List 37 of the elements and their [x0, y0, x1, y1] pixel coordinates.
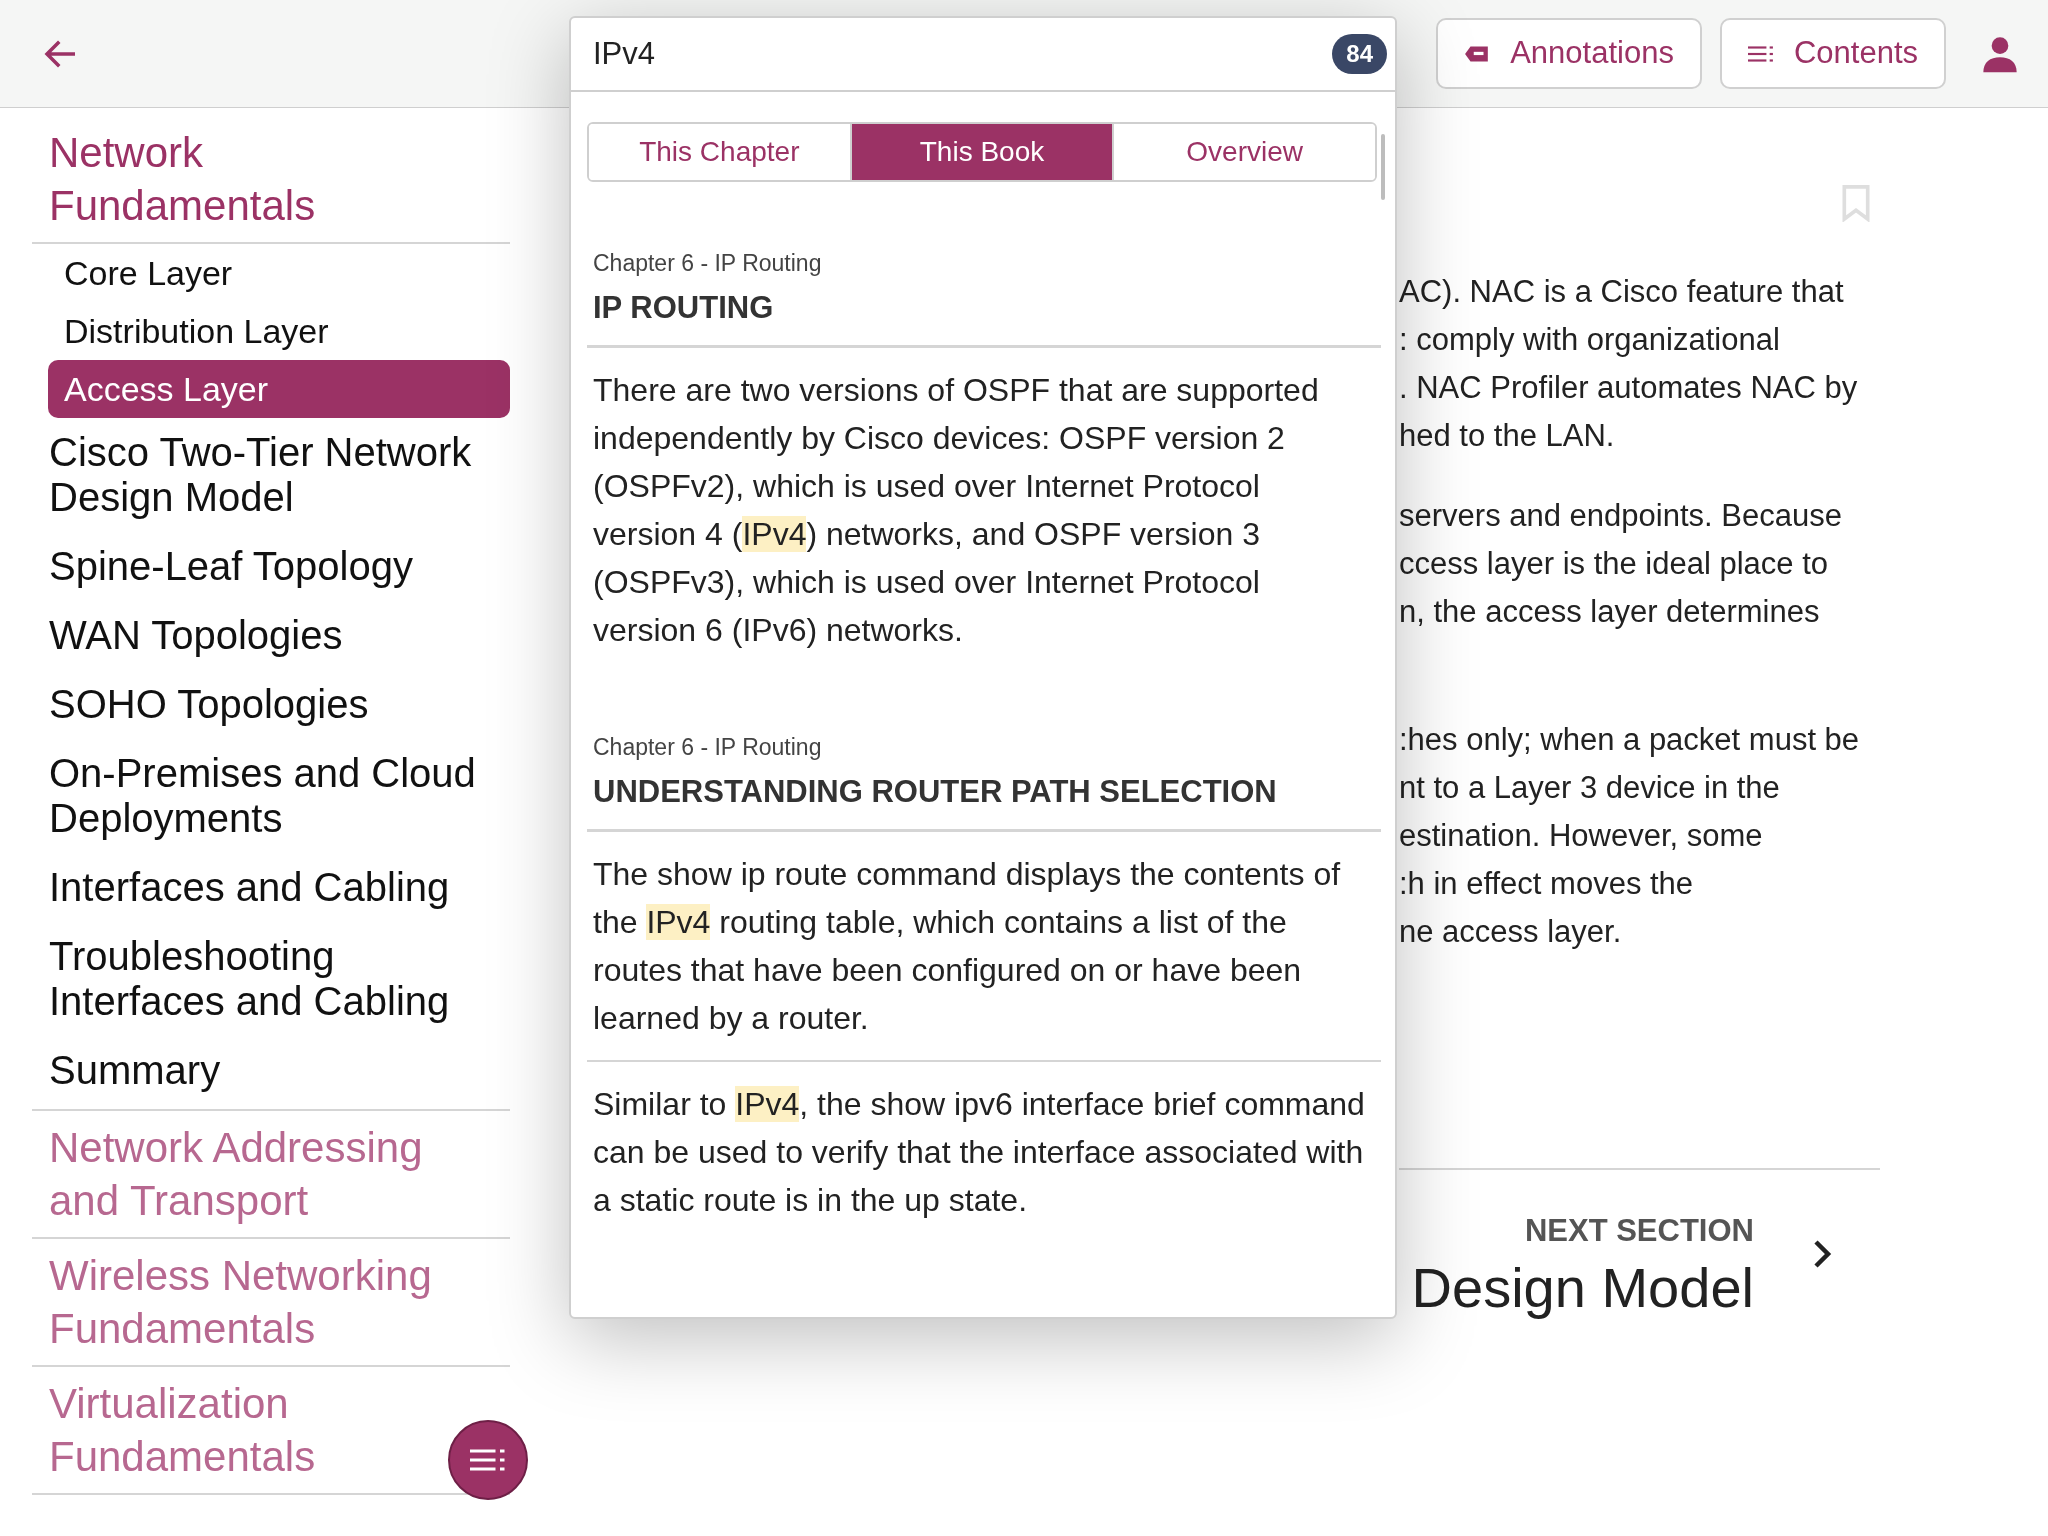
tag-icon: [1464, 44, 1491, 63]
result-snippet: Similar to IPv4, the show ipv6 interface brief command can be used to verify that the interface associated with a static route is in the up state.: [593, 1085, 1366, 1220]
toc-item[interactable]: Core Layer: [48, 244, 510, 302]
list-icon: [1747, 44, 1774, 63]
toc-item[interactable]: SOHO Topologies: [32, 670, 510, 739]
article-paragraph: AC). NAC is a Cisco feature that : comply with organizational . NAC Profiler automates NAC by hed to the LAN.: [1399, 273, 1859, 455]
result-breadcrumb: Chapter 6 - IP Routing: [593, 733, 823, 762]
toc-item[interactable]: Spine-Leaf Topology: [32, 532, 510, 601]
chapter-title[interactable]: Virtualization Fundamentals: [49, 1377, 444, 1483]
toc-item[interactable]: Cisco Two-Tier Network Design Model: [32, 418, 510, 532]
result-title[interactable]: UNDERSTANDING ROUTER PATH SELECTION: [593, 768, 1375, 815]
toc-item[interactable]: Summary: [32, 1036, 510, 1105]
toc-item[interactable]: WAN Topologies: [32, 601, 510, 670]
next-section-title[interactable]: Design Model: [1411, 1254, 1754, 1321]
toc-item[interactable]: On-Premises and Cloud Deployments: [32, 739, 510, 853]
toc-item[interactable]: Distribution Layer: [48, 302, 510, 360]
result-title[interactable]: IP ROUTING: [593, 284, 1375, 331]
search-field[interactable]: IPv4: [593, 30, 1333, 78]
result-count-badge: 84: [1332, 34, 1387, 74]
toc-item[interactable]: Access Layer: [48, 360, 510, 418]
list-icon: [470, 1448, 506, 1472]
chapter-title[interactable]: Network Fundamentals: [49, 126, 444, 232]
next-section-label: NEXT SECTION: [1524, 1212, 1754, 1250]
result-snippet: The show ip route command displays the contents of the IPv4 routing table, which contains a list of the routes that have been configured on or have been learned by a router.: [593, 855, 1342, 1038]
chapter-title[interactable]: Network Addressing and Transport: [49, 1121, 444, 1227]
result-breadcrumb: Chapter 6 - IP Routing: [593, 249, 823, 278]
contents-button[interactable]: Contents: [1719, 18, 1946, 89]
article-paragraph: :hes only; when a packet must be nt to a Layer 3 device in the estination. However, some :h in effect moves the ne access layer.: [1399, 721, 1861, 951]
chapter-title[interactable]: Wireless Networking Fundamentals: [49, 1249, 444, 1355]
scope-tab[interactable]: Overview: [1112, 124, 1375, 180]
article-paragraph: servers and endpoints. Because ccess layer is the ideal place to n, the access layer determines: [1399, 497, 1843, 631]
scrollbar[interactable]: [1381, 134, 1385, 200]
annotations-button[interactable]: Annotations: [1436, 18, 1702, 89]
result-snippet: There are two versions of OSPF that are supported independently by Cisco devices: OSPF version 2 (OSPFv2), which is used over Internet Protocol version 4 (IPv4) networks, and OSPF version 3 (OSPFv3), which is used over Internet Protocol version 6 (IPv6) networks.: [593, 371, 1320, 650]
toc-item[interactable]: Troubleshooting Interfaces and Cabling: [32, 922, 510, 1036]
toc-item[interactable]: Interfaces and Cabling: [32, 853, 510, 922]
scope-tab[interactable]: This Book: [849, 124, 1113, 180]
